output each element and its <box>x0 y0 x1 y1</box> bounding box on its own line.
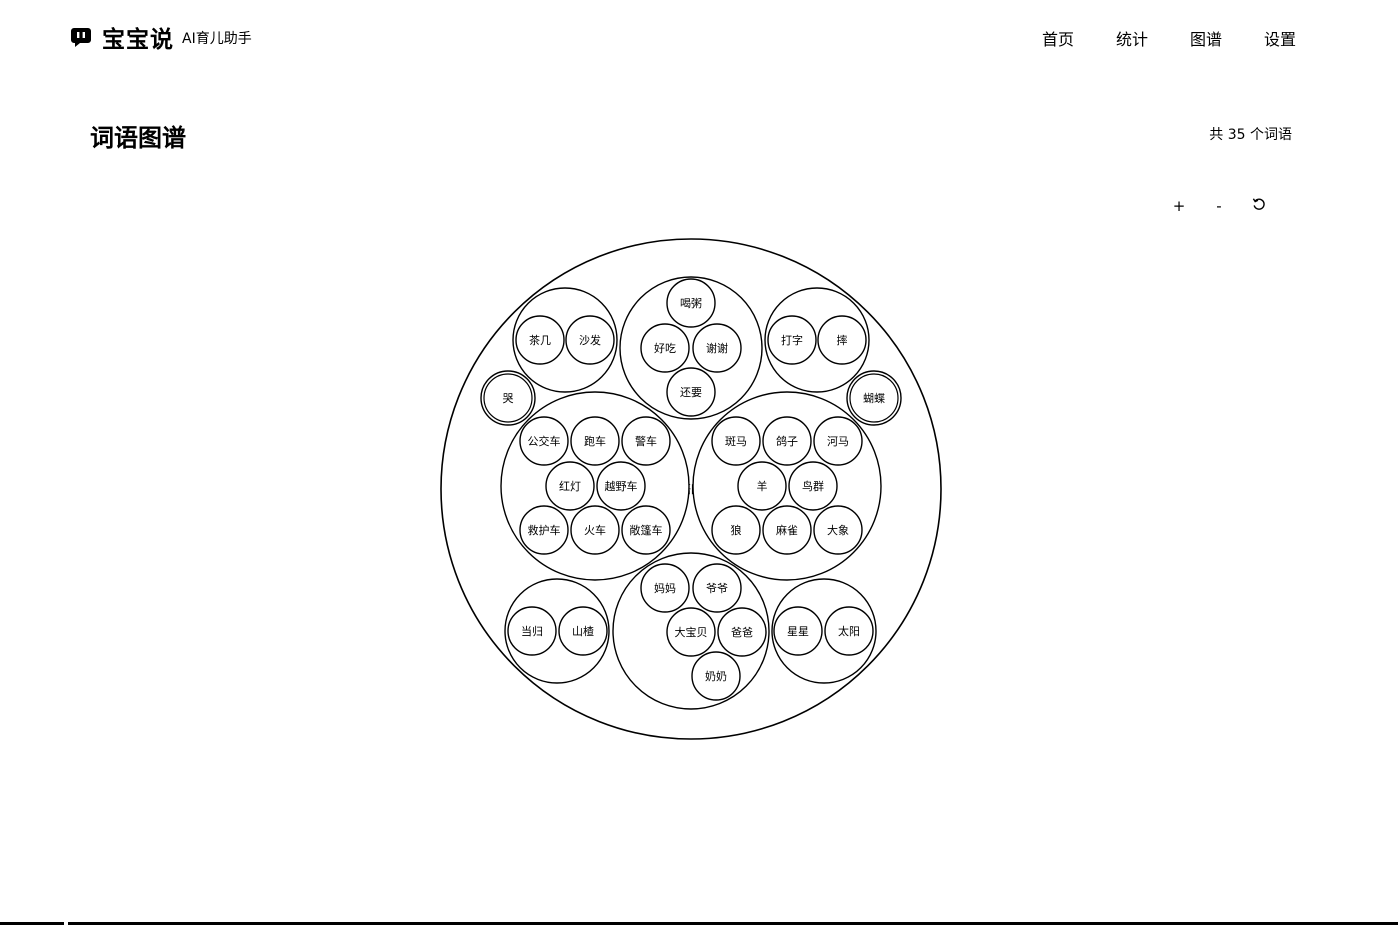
bottom-divider <box>0 922 1398 925</box>
word-label: 鸽子 <box>776 434 798 448</box>
word-label: 山楂 <box>572 624 594 638</box>
word-label: 哭 <box>503 392 514 405</box>
word-label: 当归 <box>521 624 543 638</box>
word-label: 斑马 <box>725 435 747 448</box>
word-label: 麻雀 <box>776 523 798 537</box>
word-graph[interactable]: 词语图谱茶几 沙发喝粥好吃 谢谢还要打字 摔哭 蝴蝶公交车 跑车 警车红灯 越野车救护车 火车敞… <box>0 0 1398 928</box>
word-label: 敞篷车 <box>630 523 663 537</box>
word-label: 摔 <box>837 333 848 347</box>
word-label: 救护车 <box>528 523 561 537</box>
word-label: 红灯 <box>559 480 581 493</box>
word-label: 太阳 <box>838 625 860 638</box>
word-label: 好吃 <box>654 341 676 355</box>
word-label: 越野车 <box>605 479 638 493</box>
word-label: 大宝贝 <box>675 625 708 639</box>
word-label: 沙发 <box>579 333 601 347</box>
word-label: 蝴蝶 <box>863 391 885 405</box>
word-label: 星星 <box>787 625 809 638</box>
word-label: 奶奶 <box>705 669 727 683</box>
word-label: 打字 <box>781 333 803 347</box>
word-label: 茶几 <box>529 334 551 347</box>
word-label: 公交车 <box>528 434 561 448</box>
word-label: 还要 <box>680 386 702 399</box>
word-label: 妈妈 <box>654 581 676 595</box>
word-label: 警车 <box>635 434 657 448</box>
word-label: 爸爸 <box>731 626 753 639</box>
word-label: 羊 <box>757 479 768 493</box>
word-label: 大象 <box>827 523 849 537</box>
word-label: 河马 <box>827 435 849 448</box>
word-label: 火车 <box>584 523 606 537</box>
word-label: 谢谢 <box>706 341 728 355</box>
word-label: 跑车 <box>584 434 606 448</box>
word-label: 爷爷 <box>706 581 728 595</box>
word-label: 喝粥 <box>680 297 702 310</box>
word-label: 鸟群 <box>802 479 824 493</box>
word-label: 狼 <box>731 523 742 537</box>
